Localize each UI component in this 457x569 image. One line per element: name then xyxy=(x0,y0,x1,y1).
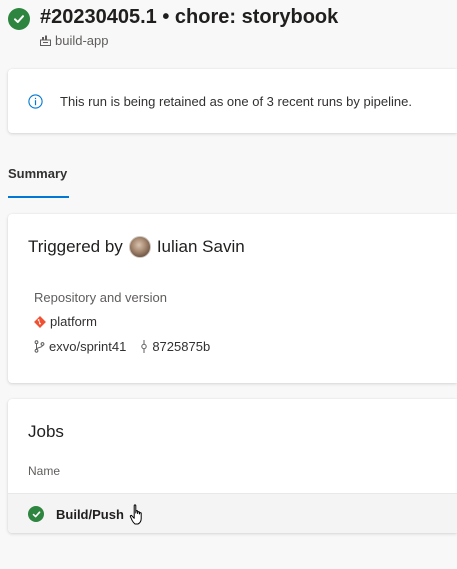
repository-version-label: Repository and version xyxy=(34,290,167,305)
commit-icon xyxy=(141,340,148,353)
commit-link[interactable]: 8725875b xyxy=(140,339,210,354)
triggered-by-user[interactable]: Iulian Savin xyxy=(157,237,245,257)
jobs-card: Jobs Name Build/Push xyxy=(8,399,457,533)
info-icon xyxy=(28,94,43,109)
job-name: Build/Push xyxy=(56,507,124,522)
run-header: #20230405.1 • chore: storybook build-app xyxy=(8,6,457,56)
summary-card: Triggered by Iulian Savin Repository and… xyxy=(8,214,457,383)
retention-info-banner: This run is being retained as one of 3 r… xyxy=(8,69,457,133)
tab-summary-label: Summary xyxy=(8,166,68,181)
branch-icon xyxy=(34,340,45,353)
pipeline-name: build-app xyxy=(55,33,109,48)
avatar xyxy=(128,236,151,258)
jobs-title: Jobs xyxy=(28,422,64,441)
version-row: exvo/sprint41 8725875b xyxy=(34,339,210,354)
run-title: #20230405.1 • chore: storybook xyxy=(40,6,339,28)
pipeline-run-page: #20230405.1 • chore: storybook build-app… xyxy=(0,0,457,569)
hand-pointer-cursor-icon xyxy=(129,504,142,525)
triggered-by-label: Triggered by xyxy=(28,237,123,256)
commit-id: 8725875b xyxy=(152,339,211,354)
jobs-column-name: Name xyxy=(28,464,61,478)
pipeline-link[interactable]: build-app xyxy=(40,33,109,48)
tab-selected-indicator xyxy=(8,196,69,198)
run-status-succeeded-icon xyxy=(8,8,30,30)
git-repo-icon xyxy=(34,315,46,328)
triggered-by: Triggered by Iulian Savin xyxy=(28,236,245,258)
job-succeeded-icon xyxy=(28,506,44,522)
tab-summary[interactable]: Summary xyxy=(8,166,69,198)
pipeline-icon xyxy=(40,35,51,46)
repository-name: platform xyxy=(50,314,97,329)
job-row[interactable]: Build/Push xyxy=(8,493,457,533)
retention-info-text: This run is being retained as one of 3 r… xyxy=(60,94,412,109)
repository-link[interactable]: platform xyxy=(34,314,97,329)
branch-name[interactable]: exvo/sprint41 xyxy=(49,339,126,354)
